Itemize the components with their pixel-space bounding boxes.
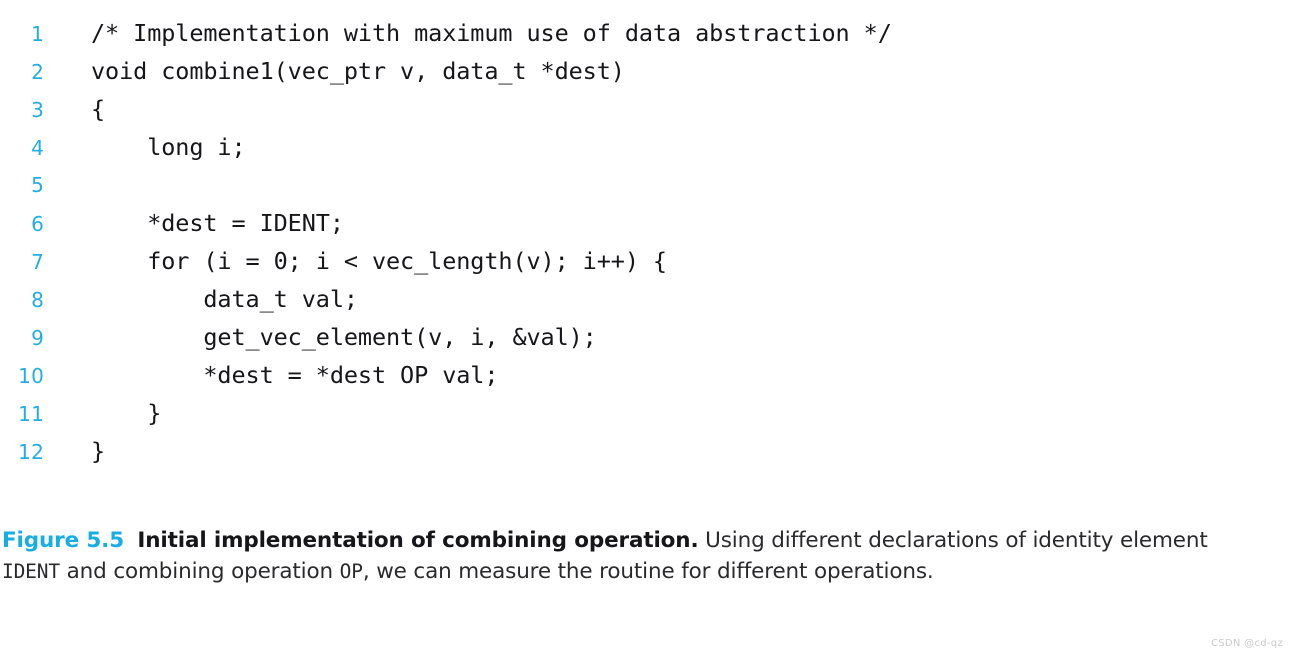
code-text: for (i = 0; i < vec_length(v); i++) { (91, 247, 667, 275)
line-number: 12 (18, 440, 44, 464)
code-line: 6 *dest = IDENT; (0, 204, 1294, 242)
figure-container: 1 /* Implementation with maximum use of … (0, 0, 1294, 663)
line-number: 8 (31, 288, 44, 312)
code-line: 1 /* Implementation with maximum use of … (0, 14, 1294, 52)
csdn-watermark: CSDN @cd-qz (1210, 638, 1283, 649)
code-line: 3 { (0, 90, 1294, 128)
caption-code-op: OP (339, 560, 363, 583)
code-text: void combine1(vec_ptr v, data_t *dest) (91, 57, 625, 85)
caption-gap (124, 528, 137, 553)
caption-body-2: and combining operation (59, 559, 340, 584)
code-text: } (91, 399, 162, 427)
line-number: 6 (31, 212, 44, 236)
code-line: 8 data_t val; (0, 280, 1294, 318)
code-line: 11 } (0, 394, 1294, 432)
line-number: 3 (31, 98, 44, 122)
line-number: 5 (31, 173, 44, 197)
line-number: 11 (18, 402, 44, 426)
code-text: } (91, 437, 106, 465)
line-number: 9 (31, 326, 44, 350)
caption-code-ident: IDENT (2, 560, 60, 583)
code-line: 10 *dest = *dest OP val; (0, 356, 1294, 394)
code-text: *dest = *dest OP val; (91, 361, 499, 389)
code-text: get_vec_element(v, i, &val); (91, 323, 597, 351)
line-number: 1 (31, 22, 44, 46)
code-line: 9 get_vec_element(v, i, &val); (0, 318, 1294, 356)
code-line: 5 (0, 166, 1294, 204)
line-number: 4 (31, 136, 44, 160)
code-text: long i; (91, 133, 246, 161)
code-line: 7 for (i = 0; i < vec_length(v); i++) { (0, 242, 1294, 280)
caption-body-3: , we can measure the routine for differe… (362, 559, 934, 584)
figure-title: Initial implementation of combining oper… (137, 528, 699, 553)
code-text: /* Implementation with maximum use of da… (91, 19, 892, 47)
line-number: 7 (31, 250, 44, 274)
caption-body-1: Using different declarations of identity… (698, 528, 1208, 553)
code-line: 12 } (0, 432, 1294, 470)
code-text: { (91, 95, 106, 123)
code-text: *dest = IDENT; (91, 209, 344, 237)
line-number: 2 (31, 60, 44, 84)
figure-caption: Figure 5.5 Initial implementation of com… (2, 525, 1224, 587)
line-number: 10 (18, 364, 44, 388)
code-line: 4 long i; (0, 128, 1294, 166)
code-line: 2 void combine1(vec_ptr v, data_t *dest) (0, 52, 1294, 90)
code-listing: 1 /* Implementation with maximum use of … (0, 14, 1294, 470)
figure-label: Figure 5.5 (2, 528, 125, 553)
code-text: data_t val; (91, 285, 358, 313)
